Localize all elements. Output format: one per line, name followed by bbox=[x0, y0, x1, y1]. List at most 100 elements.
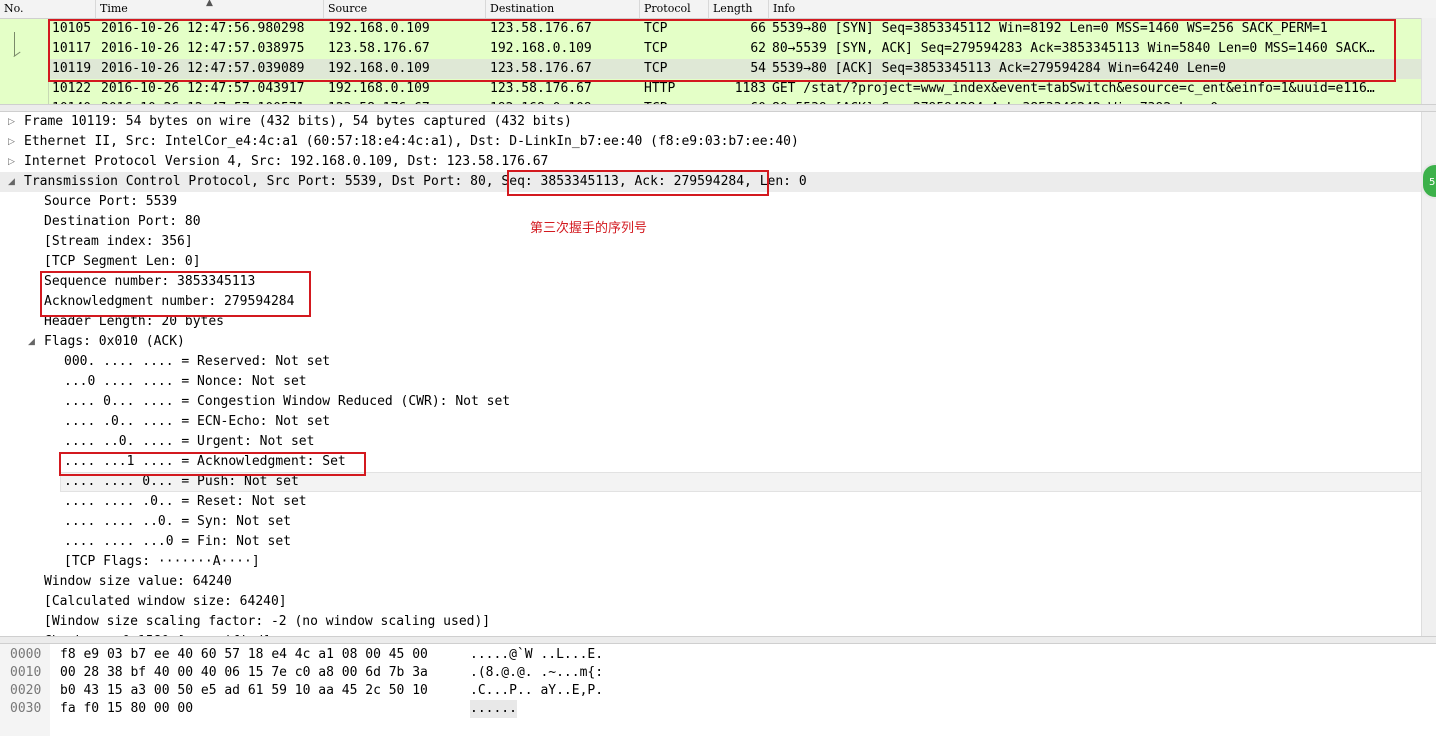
detail-row[interactable]: [Stream index: 356] bbox=[0, 232, 1422, 252]
detail-row[interactable]: Source Port: 5539 bbox=[0, 192, 1422, 212]
packet-cell-time: 2016-10-26 12:47:56.980298 bbox=[101, 21, 305, 36]
detail-row[interactable]: ▷ Frame 10119: 54 bytes on wire (432 bits… bbox=[0, 112, 1422, 132]
expand-arrow-icon[interactable]: ▷ bbox=[8, 132, 15, 152]
detail-text: Internet Protocol Version 4, Src: 192.16… bbox=[24, 154, 549, 169]
bytes-ascii: .....@`W ..L...E. bbox=[470, 647, 604, 662]
packet-cell-src: 123.58.176.67 bbox=[328, 41, 430, 56]
packet-cell-proto: TCP bbox=[644, 41, 668, 56]
packet-list-scrollbar[interactable] bbox=[1421, 18, 1436, 104]
detail-row[interactable]: .... .... .0.. = Reset: Not set bbox=[0, 492, 1422, 512]
detail-text: Sequence number: 3853345113 bbox=[44, 274, 256, 289]
detail-text: Acknowledgment number: 279594284 bbox=[44, 294, 295, 309]
packet-cell-proto: HTTP bbox=[644, 81, 676, 96]
detail-row[interactable]: 000. .... .... = Reserved: Not set bbox=[0, 352, 1422, 372]
detail-text: Window size value: 64240 bbox=[44, 574, 232, 589]
detail-text: Destination Port: 80 bbox=[44, 214, 201, 229]
column-length[interactable]: Length bbox=[709, 0, 769, 18]
handshake-annotation: 第三次握手的序列号 bbox=[530, 221, 648, 236]
detail-row[interactable]: ▷ Ethernet II, Src: IntelCor_e4:4c:a1 (60… bbox=[0, 132, 1422, 152]
detail-row[interactable]: ◢ Transmission Control Protocol, Src Port… bbox=[0, 172, 1422, 192]
detail-text: Transmission Control Protocol, Src Port:… bbox=[24, 174, 807, 189]
detail-text: Ethernet II, Src: IntelCor_e4:4c:a1 (60:… bbox=[24, 134, 799, 149]
packet-cell-no: 10117 bbox=[52, 41, 92, 56]
packet-cell-no: 10122 bbox=[52, 81, 92, 96]
detail-row[interactable]: .... .0.. .... = ECN-Echo: Not set bbox=[0, 412, 1422, 432]
packet-row[interactable]: 10117 2016-10-26 12:47:57.038975 123.58.17… bbox=[0, 39, 1422, 59]
detail-row[interactable]: Destination Port: 80 bbox=[0, 212, 1422, 232]
detail-row[interactable]: .... 0... .... = Congestion Window Reduc… bbox=[0, 392, 1422, 412]
bytes-offset: 0020 bbox=[10, 683, 42, 698]
detail-row[interactable]: ◢ Flags: 0x010 (ACK) bbox=[0, 332, 1422, 352]
detail-text: .... .... ..0. = Syn: Not set bbox=[64, 514, 291, 529]
bytes-hex: 00 28 38 bf 40 00 40 06 15 7e c0 a8 00 6… bbox=[60, 665, 428, 680]
detail-text: .... 0... .... = Congestion Window Reduc… bbox=[64, 394, 511, 409]
packet-cell-src: 192.168.0.109 bbox=[328, 81, 430, 96]
detail-text: .... .... ...0 = Fin: Not set bbox=[64, 534, 291, 549]
detail-text: .... .... .0.. = Reset: Not set bbox=[64, 494, 307, 509]
detail-row[interactable]: .... .... ...0 = Fin: Not set bbox=[0, 532, 1422, 552]
packet-cell-len: 66 bbox=[750, 21, 766, 36]
detail-text: ...0 .... .... = Nonce: Not set bbox=[64, 374, 307, 389]
detail-text: Source Port: 5539 bbox=[44, 194, 178, 209]
column-protocol[interactable]: Protocol bbox=[640, 0, 709, 18]
bytes-offset: 0030 bbox=[10, 701, 42, 716]
detail-row[interactable]: [Calculated window size: 64240] bbox=[0, 592, 1422, 612]
conversation-line-icon bbox=[14, 32, 15, 56]
detail-text: [TCP Flags: ·······A····] bbox=[64, 554, 260, 569]
detail-row[interactable]: .... ...1 .... = Acknowledgment: Set bbox=[0, 452, 1422, 472]
detail-row[interactable]: [Window size scaling factor: -2 (no wind… bbox=[0, 612, 1422, 632]
detail-text: [Window size scaling factor: -2 (no wind… bbox=[44, 614, 491, 629]
packet-row[interactable]: 10119 2016-10-26 12:47:57.039089 192.168.0… bbox=[0, 59, 1422, 79]
detail-text: 000. .... .... = Reserved: Not set bbox=[64, 354, 331, 369]
pane-splitter-top[interactable] bbox=[0, 104, 1436, 112]
bytes-offset: 0010 bbox=[10, 665, 42, 680]
packet-cell-dst: 123.58.176.67 bbox=[490, 21, 592, 36]
packet-cell-dst: 123.58.176.67 bbox=[490, 61, 592, 76]
packet-cell-time: 2016-10-26 12:47:57.039089 bbox=[101, 61, 305, 76]
column-no[interactable]: No. bbox=[0, 0, 96, 18]
detail-row[interactable]: .... ..0. .... = Urgent: Not set bbox=[0, 432, 1422, 452]
detail-row[interactable]: [TCP Segment Len: 0] bbox=[0, 252, 1422, 272]
expand-arrow-icon[interactable]: ▷ bbox=[8, 152, 15, 172]
packet-cell-proto: TCP bbox=[644, 21, 668, 36]
bytes-hex: f8 e9 03 b7 ee 40 60 57 18 e4 4c a1 08 0… bbox=[60, 647, 428, 662]
sort-up-icon: ▲ bbox=[206, 0, 213, 8]
packet-row[interactable]: 10122 2016-10-26 12:47:57.043917 192.168.0… bbox=[0, 79, 1422, 99]
collapse-arrow-icon[interactable]: ◢ bbox=[8, 172, 15, 192]
detail-row[interactable]: .... .... ..0. = Syn: Not set bbox=[0, 512, 1422, 532]
packet-row[interactable]: 10105 2016-10-26 12:47:56.980298 192.168.0… bbox=[0, 19, 1422, 39]
detail-text: Flags: 0x010 (ACK) bbox=[44, 334, 185, 349]
detail-row[interactable]: Window size value: 64240 bbox=[0, 572, 1422, 592]
packet-cell-info: 5539→80 [SYN] Seq=3853345112 Win=8192 Le… bbox=[772, 21, 1328, 36]
detail-row[interactable]: ...0 .... .... = Nonce: Not set bbox=[0, 372, 1422, 392]
packet-cell-no: 10105 bbox=[52, 21, 92, 36]
detail-row[interactable]: [TCP Flags: ·······A····] bbox=[0, 552, 1422, 572]
column-source[interactable]: Source bbox=[324, 0, 486, 18]
detail-row[interactable]: .... .... 0... = Push: Not set bbox=[0, 472, 1422, 492]
packet-cell-time: 2016-10-26 12:47:57.038975 bbox=[101, 41, 305, 56]
packet-list[interactable]: No. Time ▲ Source Destination Protocol L… bbox=[0, 0, 1436, 104]
collapse-arrow-icon[interactable]: ◢ bbox=[28, 332, 35, 352]
bytes-hex: b0 43 15 a3 00 50 e5 ad 61 59 10 aa 45 2… bbox=[60, 683, 428, 698]
packet-cell-len: 1183 bbox=[734, 81, 766, 96]
detail-text: .... ...1 .... = Acknowledgment: Set bbox=[64, 454, 346, 469]
detail-row[interactable]: Acknowledgment number: 279594284 bbox=[0, 292, 1422, 312]
packet-cell-dst: 123.58.176.67 bbox=[490, 81, 592, 96]
packet-details-pane[interactable]: ▷ Frame 10119: 54 bytes on wire (432 bits… bbox=[0, 112, 1422, 636]
packet-bytes-pane[interactable]: 0000 f8 e9 03 b7 ee 40 60 57 18 e4 4c a1 … bbox=[0, 644, 1436, 736]
packet-cell-info: GET /stat/?project=www_index&event=tabSw… bbox=[772, 81, 1375, 96]
detail-row[interactable]: ▷ Internet Protocol Version 4, Src: 192.1… bbox=[0, 152, 1422, 172]
floating-badge[interactable]: 56 bbox=[1421, 163, 1436, 199]
bytes-hex: fa f0 15 80 00 00 bbox=[60, 701, 194, 716]
expand-arrow-icon[interactable]: ▷ bbox=[8, 112, 15, 132]
detail-row[interactable]: Sequence number: 3853345113 bbox=[0, 272, 1422, 292]
pane-splitter-bottom[interactable] bbox=[0, 636, 1436, 644]
packet-cell-no: 10119 bbox=[52, 61, 92, 76]
detail-row[interactable]: Header Length: 20 bytes bbox=[0, 312, 1422, 332]
packet-cell-src: 192.168.0.109 bbox=[328, 21, 430, 36]
column-destination[interactable]: Destination bbox=[486, 0, 640, 18]
packet-cell-info: 80→5539 [SYN, ACK] Seq=279594283 Ack=385… bbox=[772, 41, 1375, 56]
detail-text: [TCP Segment Len: 0] bbox=[44, 254, 201, 269]
packet-cell-len: 54 bbox=[750, 61, 766, 76]
column-info[interactable]: Info bbox=[769, 0, 1422, 18]
